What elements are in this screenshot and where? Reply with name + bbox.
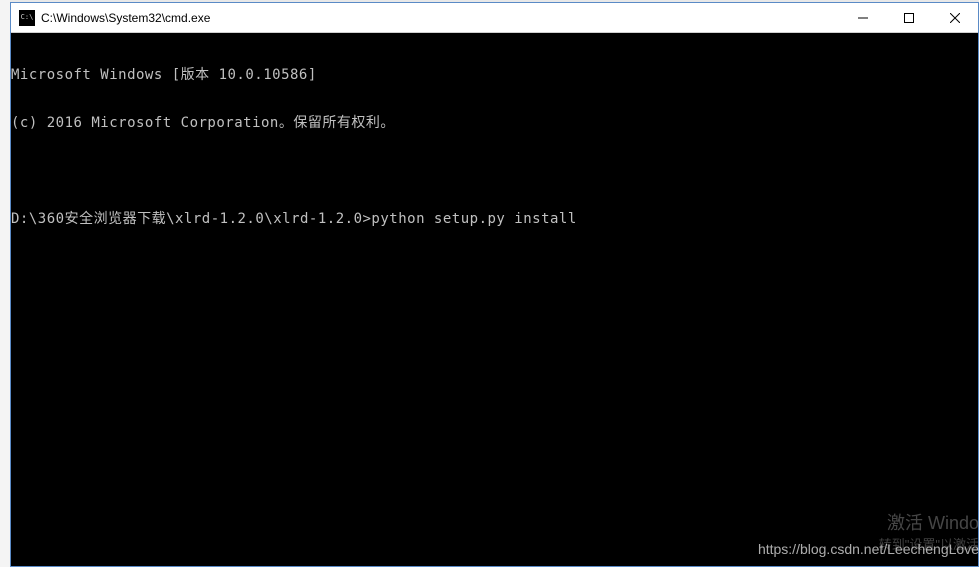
terminal-line: D:\360安全浏览器下载\xlrd-1.2.0\xlrd-1.2.0>pyth… bbox=[11, 211, 978, 227]
background-strip bbox=[0, 0, 10, 567]
terminal-line bbox=[11, 163, 978, 179]
cmd-window: C:\Windows\System32\cmd.exe Microsoft Wi… bbox=[10, 2, 979, 567]
minimize-button[interactable] bbox=[840, 3, 886, 32]
titlebar[interactable]: C:\Windows\System32\cmd.exe bbox=[11, 3, 978, 33]
maximize-icon bbox=[904, 13, 914, 23]
terminal-area[interactable]: Microsoft Windows [版本 10.0.10586] (c) 20… bbox=[11, 33, 978, 566]
close-button[interactable] bbox=[932, 3, 978, 32]
window-title: C:\Windows\System32\cmd.exe bbox=[41, 11, 840, 25]
close-icon bbox=[950, 13, 960, 23]
cmd-icon bbox=[19, 10, 35, 26]
maximize-button[interactable] bbox=[886, 3, 932, 32]
minimize-icon bbox=[858, 13, 868, 23]
terminal-line: Microsoft Windows [版本 10.0.10586] bbox=[11, 67, 978, 83]
terminal-line: (c) 2016 Microsoft Corporation。保留所有权利。 bbox=[11, 115, 978, 131]
window-controls bbox=[840, 3, 978, 32]
